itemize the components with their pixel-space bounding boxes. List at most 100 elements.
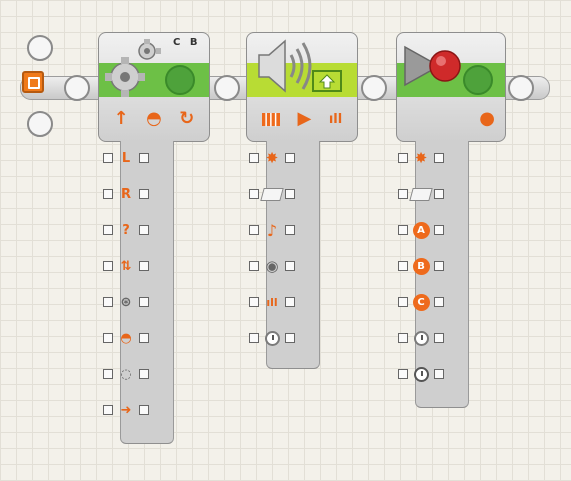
output-terminal[interactable] [285,297,295,307]
next-action-icon: ➜ [120,402,132,418]
input-terminal[interactable] [398,189,408,199]
input-terminal[interactable] [398,333,408,343]
output-terminal[interactable] [285,225,295,235]
output-terminal[interactable] [285,153,295,163]
record-hub-row[interactable]: B [398,254,444,278]
sound-play-icon[interactable]: ▶ [298,110,312,128]
input-terminal[interactable] [103,225,113,235]
output-terminal[interactable] [434,189,444,199]
output-terminal[interactable] [285,261,295,271]
beam-connector-ring[interactable] [64,75,90,101]
left-motor-icon: L [121,150,131,166]
right-motor-icon: R [120,186,131,202]
output-terminal[interactable] [139,225,149,235]
sound-block[interactable]: ||| ▶ ıll [246,32,358,142]
program-canvas[interactable]: C B ↑ ◓ ↻ L R ? ⇅ ⊛ ◓ ◌ ➜ ||| ▶ ıll ✸ ♪ … [0,0,571,481]
sound-hub-row[interactable]: ♪ [249,218,295,242]
sound-hub-row[interactable]: ✸ [249,146,295,170]
input-terminal[interactable] [398,369,408,379]
output-terminal[interactable] [139,405,149,415]
input-terminal[interactable] [103,369,113,379]
motor-hub-row[interactable]: ◓ [103,326,149,350]
record-hub-row[interactable]: ✸ [398,146,444,170]
record-block-state-icon [463,65,493,95]
direction-icon: ⇅ [120,258,132,274]
input-terminal[interactable] [398,297,408,307]
output-terminal[interactable] [139,189,149,199]
output-terminal[interactable] [434,297,444,307]
input-terminal[interactable] [103,333,113,343]
input-terminal[interactable] [398,261,408,271]
motor-block[interactable]: C B ↑ ◓ ↻ [98,32,210,142]
input-terminal[interactable] [249,153,259,163]
output-terminal[interactable] [285,333,295,343]
record-block[interactable]: ● [396,32,506,142]
output-terminal[interactable] [434,369,444,379]
output-terminal[interactable] [434,153,444,163]
motor-hub-row[interactable]: R [103,182,149,206]
record-hub-row[interactable]: A [398,218,444,242]
sound-block-controls: ||| ▶ ıll [247,97,357,141]
record-hub-row[interactable]: C [398,290,444,314]
record-action-icon[interactable]: ● [479,110,495,128]
output-terminal[interactable] [139,153,149,163]
motor-port-label: C B [173,37,201,48]
port-a-icon: A [411,221,431,239]
motor-duration-icon[interactable]: ↻ [179,110,194,128]
input-terminal[interactable] [103,261,113,271]
output-terminal[interactable] [434,333,444,343]
gears-icon [105,39,161,97]
motor-hub-row[interactable]: ➜ [103,398,149,422]
input-terminal[interactable] [249,225,259,235]
output-terminal[interactable] [285,189,295,199]
sound-volume-icon[interactable]: ıll [329,113,342,126]
motor-hub-row[interactable]: L [103,146,149,170]
input-terminal[interactable] [398,153,408,163]
record-hub-row[interactable] [398,182,444,206]
input-terminal[interactable] [249,261,259,271]
sound-hub-row[interactable]: ◉ [249,254,295,278]
record-hub-row[interactable] [398,326,444,350]
input-terminal[interactable] [398,225,408,235]
sound-hub-row[interactable] [249,326,295,350]
beam-fork-top-ring[interactable] [27,35,53,61]
motor-block-controls: ↑ ◓ ↻ [99,97,209,141]
beam-end-ring[interactable] [508,75,534,101]
record-hub-row[interactable] [398,362,444,386]
output-terminal[interactable] [434,225,444,235]
input-terminal[interactable] [103,189,113,199]
sound-file-icon[interactable]: ||| [261,112,280,126]
input-terminal[interactable] [103,297,113,307]
speaker-icon [258,39,342,93]
action-icon: ✸ [414,149,428,167]
output-terminal[interactable] [139,261,149,271]
control-icon: ◉ [265,257,279,275]
output-terminal[interactable] [434,261,444,271]
beam-connector-ring[interactable] [214,75,240,101]
input-terminal[interactable] [103,153,113,163]
motor-block-icon-area: C B [99,33,209,97]
input-terminal[interactable] [249,189,259,199]
motor-hub-row[interactable]: ⇅ [103,254,149,278]
beam-fork-bottom-ring[interactable] [27,111,53,137]
sound-hub-row[interactable]: ıll [249,290,295,314]
motor-power-icon[interactable]: ◓ [146,110,162,128]
sound-hub-row[interactable] [249,182,295,206]
port-c-icon: C [411,293,431,311]
motor-hub-row[interactable]: ? [103,218,149,242]
input-terminal[interactable] [249,333,259,343]
motor-hub-row[interactable]: ◌ [103,362,149,386]
record-block-icon-area [397,33,505,97]
duration-icon: ◌ [120,366,132,382]
motor-direction-icon[interactable]: ↑ [114,110,129,128]
action-icon: ✸ [265,149,279,167]
output-terminal[interactable] [139,297,149,307]
record-time-icon [411,365,431,383]
input-terminal[interactable] [103,405,113,415]
beam-connector-ring[interactable] [361,75,387,101]
sound-block-icon-area [247,33,357,97]
output-terminal[interactable] [139,333,149,343]
motor-hub-row[interactable]: ⊛ [103,290,149,314]
input-terminal[interactable] [249,297,259,307]
output-terminal[interactable] [139,369,149,379]
